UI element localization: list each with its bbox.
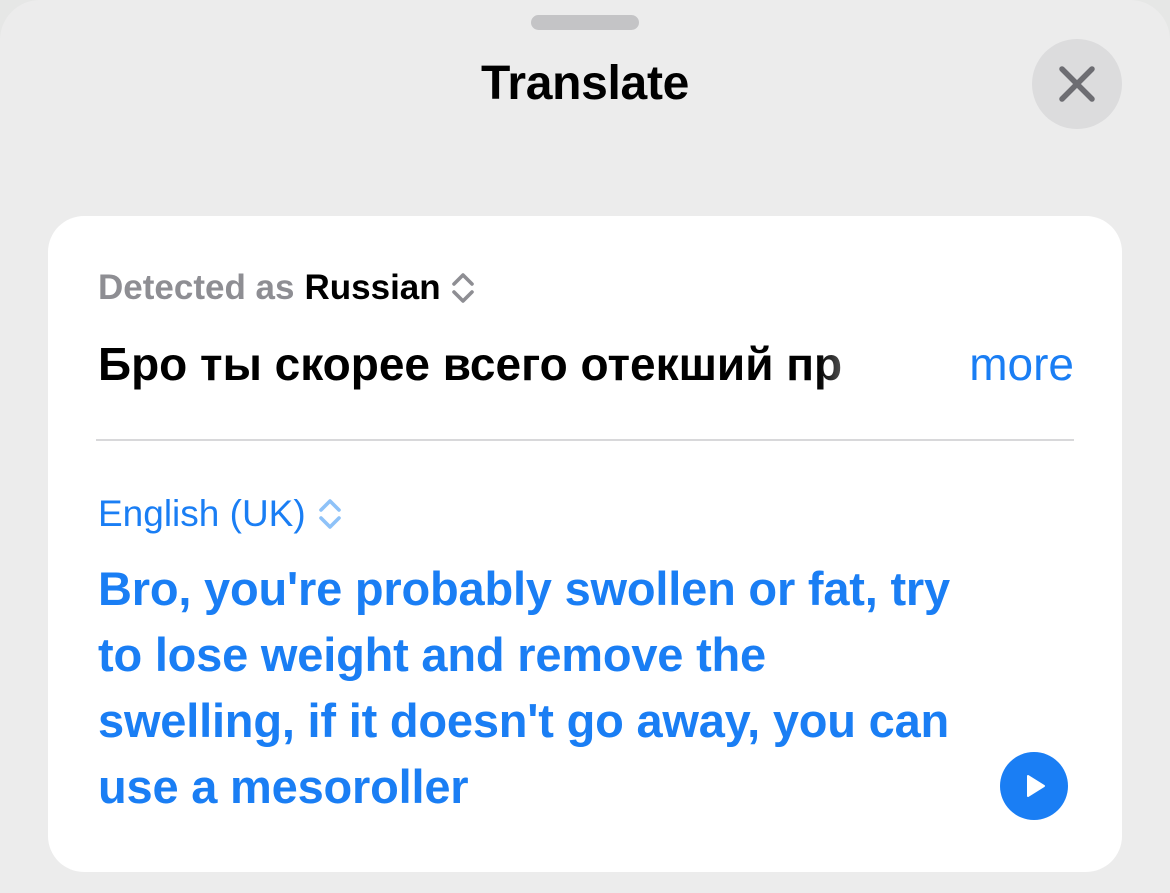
more-link[interactable]: more xyxy=(969,334,1074,394)
source-language-selector[interactable]: Detected as Russian xyxy=(98,266,475,310)
close-icon xyxy=(1059,66,1095,102)
source-text: Бро ты скорее всего отекший пр xyxy=(98,338,843,390)
sheet-grabber-handle[interactable] xyxy=(531,15,639,30)
translation-card: Detected as Russian Бро ты скорее всего … xyxy=(48,216,1122,872)
detected-as-label: Detected as xyxy=(98,268,295,307)
translate-sheet: Translate Detected as Russian Бро ты ско… xyxy=(0,0,1170,893)
target-language-name: English (UK) xyxy=(98,493,306,534)
divider xyxy=(96,439,1074,441)
close-button[interactable] xyxy=(1032,39,1122,129)
translated-text: Bro, you're probably swollen or fat, try… xyxy=(98,562,950,813)
play-translation-button[interactable] xyxy=(1000,752,1068,820)
sheet-title: Translate xyxy=(480,57,690,110)
source-language-name: Russian xyxy=(304,268,441,307)
target-language-selector[interactable]: English (UK) xyxy=(98,491,342,537)
chevron-up-down-icon xyxy=(451,273,474,303)
chevron-up-down-icon xyxy=(318,499,341,529)
play-icon xyxy=(1027,775,1045,797)
source-text-row: Бро ты скорее всего отекший пр more xyxy=(98,334,1074,394)
